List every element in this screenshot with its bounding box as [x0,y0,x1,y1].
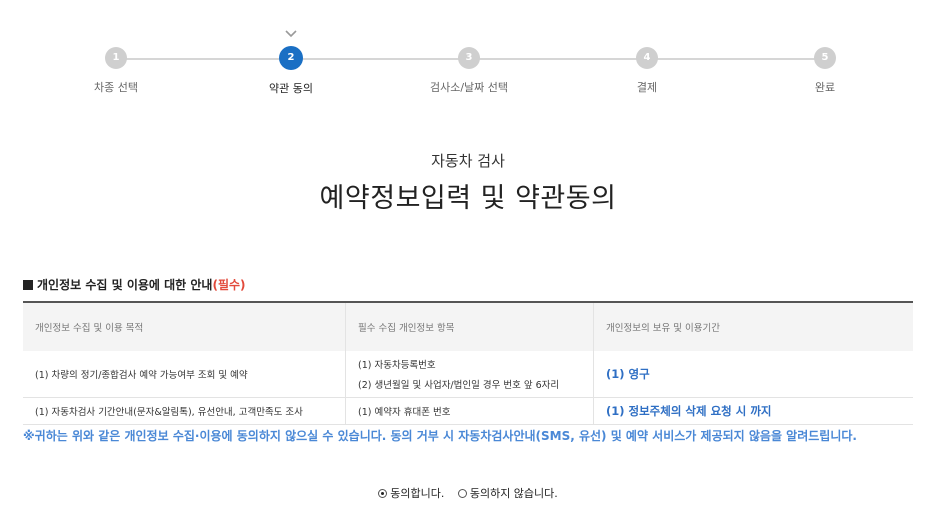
disagree-radio[interactable] [457,489,467,498]
step-5: 5 완료 [755,47,895,95]
consent-notice: ※귀하는 위와 같은 개인정보 수집·이용에 동의하지 않으실 수 있습니다. … [23,429,857,443]
disagree-option[interactable]: 동의하지 않습니다. [457,485,558,501]
purpose-cell: (1) 자동차검사 기간안내(문자&알림톡), 유선안내, 고객만족도 조사 [23,397,346,425]
step-number: 5 [814,47,836,69]
items-cell: (1) 자동차등록번호 (2) 생년월일 및 사업자/법인일 경우 번호 앞 6… [345,351,594,398]
agree-label: 동의합니다. [390,487,445,500]
step-3: 3 검사소/날짜 선택 [399,47,539,95]
item-line: (1) 예약자 휴대폰 번호 [358,407,451,418]
column-header: 개인정보의 보유 및 이용기간 [593,301,913,351]
step-1: 1 차종 선택 [46,47,186,95]
agree-radio[interactable] [378,489,388,498]
page-subtitle: 자동차 검사 [431,152,505,170]
step-number: 4 [636,47,658,69]
step-number: 1 [105,47,127,69]
item-line: (1) 자동차등록번호 [358,360,436,371]
step-2: 2 약관 동의 [221,46,361,96]
period-cell: (1) 영구 [593,351,913,398]
consent-radio-group: 동의합니다. 동의하지 않습니다. [0,485,936,501]
step-number: 3 [458,47,480,69]
disagree-label: 동의하지 않습니다. [469,487,558,500]
agree-option[interactable]: 동의합니다. [378,485,444,501]
step-label: 완료 [814,81,836,94]
page-title: 예약정보입력 및 약관동의 [319,183,617,214]
table-row: (1) 자동차검사 기간안내(문자&알림톡), 유선안내, 고객만족도 조사 (… [23,397,913,425]
period-cell: (1) 정보주체의 삭제 요청 시 까지 [593,397,913,425]
column-header: 개인정보 수집 및 이용 목적 [23,301,346,351]
step-4: 4 결제 [577,47,717,95]
items-cell: (1) 예약자 휴대폰 번호 [345,397,594,425]
required-mark: (필수) [212,278,246,292]
check-icon [285,30,297,38]
step-label: 검사소/날짜 선택 [429,81,509,94]
step-label: 차종 선택 [94,81,138,94]
section-heading-text: 개인정보 수집 및 이용에 대한 안내 [37,278,213,292]
privacy-table: 개인정보 수집 및 이용 목적 필수 수집 개인정보 항목 개인정보의 보유 및… [23,301,913,425]
purpose-cell: (1) 차량의 정기/종합검사 예약 가능여부 조회 및 예약 [23,351,346,398]
step-label: 결제 [636,81,658,94]
section-heading: 개인정보 수집 및 이용에 대한 안내(필수) [23,276,246,293]
step-label: 약관 동의 [269,82,313,95]
progress-stepper: 1 차종 선택 2 약관 동의 3 검사소/날짜 선택 4 결제 5 완료 [0,0,936,110]
step-number: 2 [279,46,303,70]
column-header: 필수 수집 개인정보 항목 [345,301,594,351]
square-bullet-icon [23,280,33,290]
table-row: (1) 차량의 정기/종합검사 예약 가능여부 조회 및 예약 (1) 자동차등… [23,351,913,398]
item-line: (2) 생년월일 및 사업자/법인일 경우 번호 앞 6자리 [358,380,560,391]
